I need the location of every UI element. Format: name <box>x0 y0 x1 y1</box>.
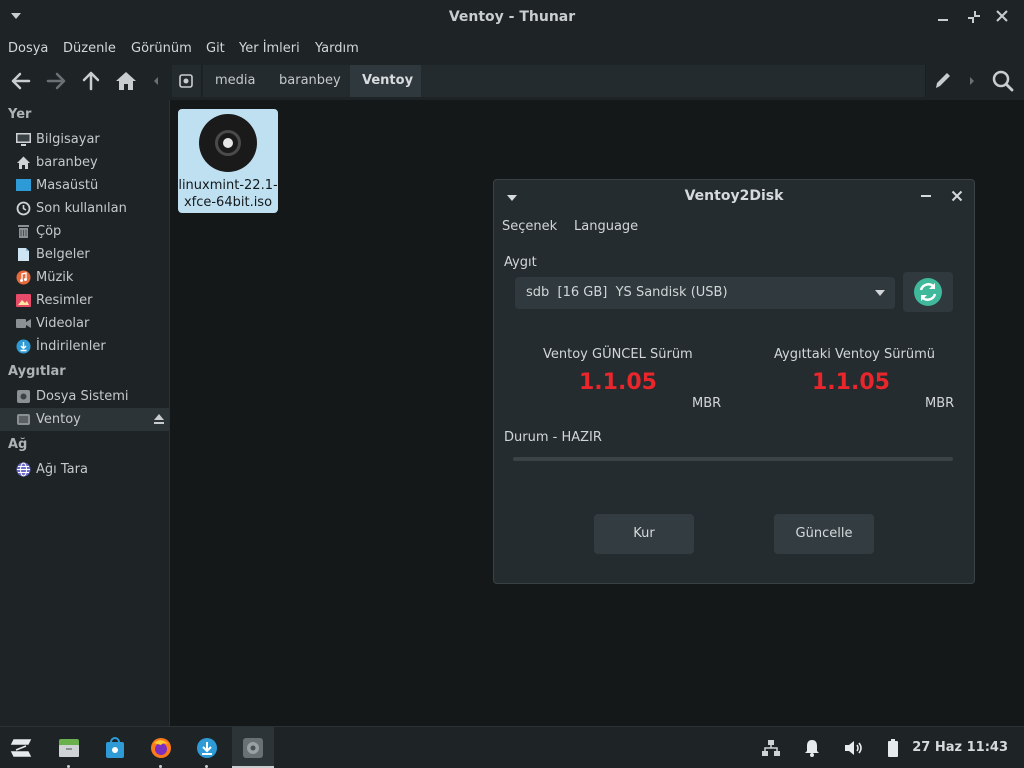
breadcrumb-ventoy[interactable]: Ventoy <box>350 65 427 97</box>
sidebar-section-devices: Aygıtlar <box>8 364 66 379</box>
downloader-icon[interactable] <box>196 737 218 759</box>
taskbar-active-app[interactable] <box>232 727 274 768</box>
sidebar-item-videos[interactable]: Videolar <box>0 312 169 335</box>
menubar: Dosya Düzenle Görünüm Git Yer İmleri Yar… <box>0 34 1024 62</box>
maximize-icon[interactable] <box>967 10 981 28</box>
menu-dosya[interactable]: Dosya <box>8 41 48 56</box>
videos-icon <box>16 316 31 331</box>
desktop-icon <box>16 178 31 193</box>
network-globe-icon <box>16 462 31 477</box>
dialog-minimize-icon[interactable] <box>920 190 932 206</box>
window-title: Ventoy - Thunar <box>448 9 576 25</box>
menu-git[interactable]: Git <box>206 41 225 56</box>
firefox-icon[interactable] <box>150 737 172 759</box>
minimize-icon[interactable] <box>937 10 949 26</box>
sidebar: Yer Bilgisayar baranbey Masaüstü Son kul… <box>0 100 170 726</box>
sidebar-item-desktop[interactable]: Masaüstü <box>0 174 169 197</box>
latest-partition-style: MBR <box>692 396 722 411</box>
device-select-value: sdb [16 GB] YS Sandisk (USB) <box>526 285 728 300</box>
notifications-bell-icon[interactable] <box>801 737 823 759</box>
file-item-iso[interactable]: linuxmint-22.1- xfce-64bit.iso <box>178 109 278 213</box>
edit-path-icon[interactable] <box>932 68 954 94</box>
sidebar-section-network: Ağ <box>8 437 28 452</box>
menu-yer-imleri[interactable]: Yer İmleri <box>239 41 300 56</box>
ventoy-app-icon <box>242 737 264 759</box>
latest-version-value: 1.1.05 <box>579 370 657 395</box>
network-icon[interactable] <box>760 737 782 759</box>
device-version-value: 1.1.05 <box>812 370 890 395</box>
search-icon[interactable] <box>990 68 1016 94</box>
ventoy2disk-dialog: Ventoy2Disk Seçenek Language Aygıt sdb [… <box>493 179 975 584</box>
update-button[interactable]: Güncelle <box>774 514 874 554</box>
sidebar-item-pictures[interactable]: Resimler <box>0 289 169 312</box>
menu-yardim[interactable]: Yardım <box>315 41 359 56</box>
sidebar-item-trash[interactable]: Çöp <box>0 220 169 243</box>
refresh-icon <box>913 277 943 311</box>
menu-duzenle[interactable]: Düzenle <box>63 41 116 56</box>
download-icon <box>16 339 31 354</box>
drive-crumb-icon[interactable] <box>172 65 202 97</box>
device-label: Aygıt <box>504 255 537 270</box>
file-name: linuxmint-22.1- xfce-64bit.iso <box>178 178 278 210</box>
home-folder-icon <box>16 155 31 170</box>
up-arrow-icon[interactable] <box>78 68 104 94</box>
pictures-icon <box>16 293 31 308</box>
device-version-label: Aygıttaki Ventoy Sürümü <box>774 347 935 362</box>
software-store-icon[interactable] <box>104 737 126 759</box>
eject-icon[interactable] <box>153 413 165 429</box>
sidebar-item-browse-network[interactable]: Ağı Tara <box>0 458 169 481</box>
file-manager-icon[interactable] <box>58 737 80 759</box>
usb-drive-icon <box>16 412 31 427</box>
sidebar-item-home[interactable]: baranbey <box>0 151 169 174</box>
home-icon[interactable] <box>113 68 139 94</box>
sidebar-item-documents[interactable]: Belgeler <box>0 243 169 266</box>
sidebar-item-downloads[interactable]: İndirilenler <box>0 335 169 358</box>
trash-icon <box>16 224 31 239</box>
taskbar: 27 Haz 11:43 <box>0 726 1024 768</box>
sidebar-item-recent[interactable]: Son kullanılan <box>0 197 169 220</box>
scroll-right-icon[interactable] <box>966 68 978 94</box>
sidebar-section-places: Yer <box>8 107 32 122</box>
zorin-menu-icon[interactable] <box>8 737 34 759</box>
close-icon[interactable] <box>996 10 1008 26</box>
status-text: Durum - HAZIR <box>504 430 602 445</box>
refresh-button[interactable] <box>903 272 953 312</box>
latest-version-label: Ventoy GÜNCEL Sürüm <box>543 347 693 362</box>
progress-bar <box>513 457 953 461</box>
breadcrumb-media[interactable]: media <box>203 65 269 97</box>
volume-icon[interactable] <box>842 737 864 759</box>
device-partition-style: MBR <box>925 396 955 411</box>
breadcrumb-spacer <box>421 65 926 97</box>
breadcrumb-baranbey[interactable]: baranbey <box>267 65 354 97</box>
chevron-down-icon <box>875 290 885 296</box>
sidebar-item-music[interactable]: Müzik <box>0 266 169 289</box>
window-titlebar: Ventoy - Thunar <box>0 0 1024 34</box>
drive-icon <box>16 389 31 404</box>
computer-icon <box>16 132 31 147</box>
dialog-menu-option[interactable]: Seçenek <box>502 219 557 234</box>
dialog-close-icon[interactable] <box>951 190 963 206</box>
dialog-title: Ventoy2Disk <box>684 188 784 204</box>
install-button[interactable]: Kur <box>594 514 694 554</box>
clock[interactable]: 27 Haz 11:43 <box>912 740 1008 755</box>
documents-icon <box>16 247 31 262</box>
menu-gorunum[interactable]: Görünüm <box>131 41 192 56</box>
clock-icon <box>16 201 31 216</box>
toolbar: media baranbey Ventoy <box>0 62 1024 100</box>
music-icon <box>16 270 31 285</box>
sidebar-item-filesystem[interactable]: Dosya Sistemi <box>0 385 169 408</box>
scroll-left-icon[interactable] <box>150 68 162 94</box>
back-arrow-icon[interactable] <box>8 68 34 94</box>
device-select[interactable]: sdb [16 GB] YS Sandisk (USB) <box>515 277 895 309</box>
sidebar-item-ventoy[interactable]: Ventoy <box>0 408 169 431</box>
battery-icon[interactable] <box>882 737 904 759</box>
sidebar-item-computer[interactable]: Bilgisayar <box>0 128 169 151</box>
forward-arrow-icon[interactable] <box>43 68 69 94</box>
dialog-menu-language[interactable]: Language <box>574 219 638 234</box>
disc-image-icon <box>199 114 257 172</box>
